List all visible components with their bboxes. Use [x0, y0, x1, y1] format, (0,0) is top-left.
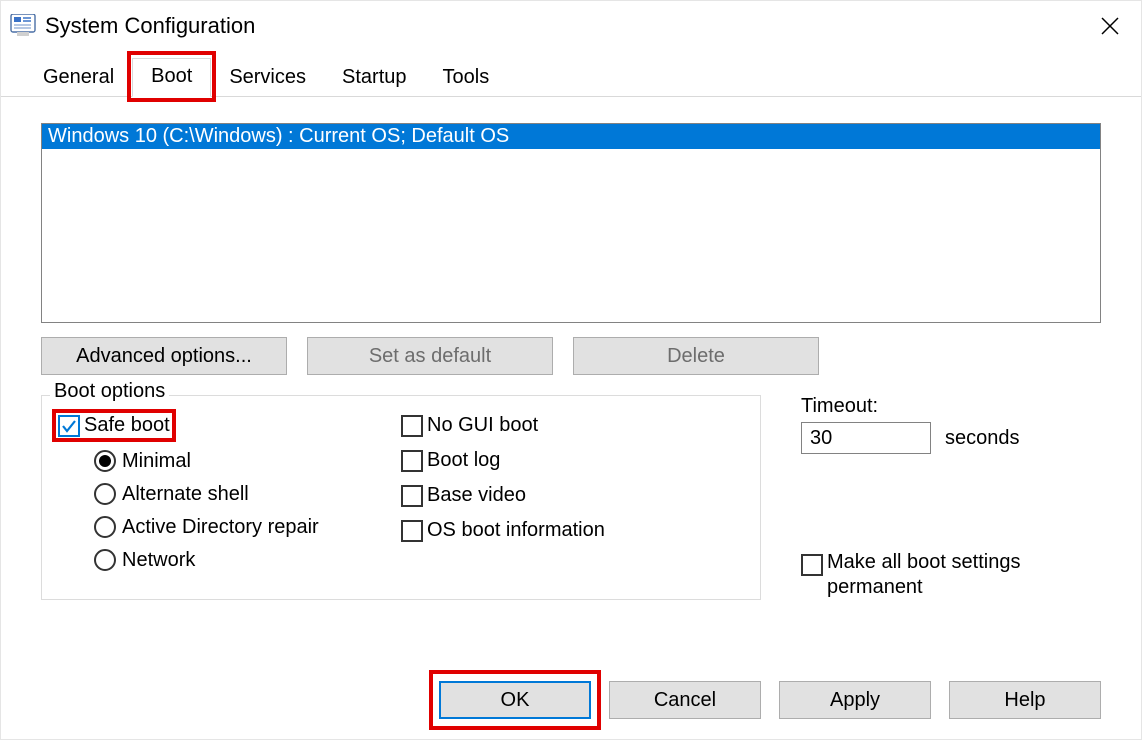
- timeout-input[interactable]: [801, 422, 931, 454]
- boot-log-checkbox[interactable]: Boot log: [401, 449, 744, 472]
- checkbox-icon: [801, 554, 823, 576]
- radio-alternate-shell[interactable]: Alternate shell: [94, 483, 401, 506]
- boot-entry[interactable]: Windows 10 (C:\Windows) : Current OS; De…: [42, 124, 1100, 149]
- timeout-unit: seconds: [945, 427, 1020, 450]
- radio-icon: [94, 483, 116, 505]
- base-video-label: Base video: [427, 484, 526, 507]
- titlebar: System Configuration: [1, 1, 1141, 57]
- checkbox-icon: [401, 450, 423, 472]
- make-permanent-label: Make all boot settings permanent: [827, 550, 1101, 600]
- safe-boot-checkbox[interactable]: Safe boot: [58, 414, 170, 437]
- radio-icon: [94, 549, 116, 571]
- checkbox-icon: [401, 520, 423, 542]
- lower-section: Boot options Safe boot: [41, 395, 1101, 600]
- set-as-default-button: Set as default: [307, 337, 553, 375]
- tab-general[interactable]: General: [25, 60, 132, 97]
- advanced-options-button[interactable]: Advanced options...: [41, 337, 287, 375]
- boot-options-left: Safe boot Minimal: [58, 406, 401, 572]
- boot-options-label: Boot options: [50, 380, 169, 403]
- checkbox-icon: [401, 415, 423, 437]
- close-icon: [1101, 17, 1119, 35]
- window-title: System Configuration: [45, 13, 255, 39]
- make-permanent-checkbox[interactable]: Make all boot settings permanent: [801, 550, 1101, 600]
- boot-actions-row: Advanced options... Set as default Delet…: [41, 337, 1101, 375]
- tab-content: Windows 10 (C:\Windows) : Current OS; De…: [1, 97, 1141, 657]
- radio-minimal[interactable]: Minimal: [94, 450, 401, 473]
- radio-alternate-shell-label: Alternate shell: [122, 483, 249, 506]
- dialog-button-row: OK Cancel Apply Help: [1, 657, 1141, 739]
- boot-options-group: Boot options Safe boot: [41, 395, 761, 600]
- boot-entries-list[interactable]: Windows 10 (C:\Windows) : Current OS; De…: [41, 123, 1101, 323]
- radio-ad-repair[interactable]: Active Directory repair: [94, 516, 401, 539]
- apply-button[interactable]: Apply: [779, 681, 931, 719]
- cancel-button[interactable]: Cancel: [609, 681, 761, 719]
- os-boot-info-checkbox[interactable]: OS boot information: [401, 519, 744, 542]
- safe-boot-label: Safe boot: [84, 414, 170, 437]
- no-gui-boot-checkbox[interactable]: No GUI boot: [401, 414, 744, 437]
- radio-icon: [94, 516, 116, 538]
- boot-log-label: Boot log: [427, 449, 500, 472]
- system-configuration-window: System Configuration General Boot Servic…: [0, 0, 1142, 740]
- close-button[interactable]: [1087, 7, 1133, 45]
- os-boot-info-label: OS boot information: [427, 519, 605, 542]
- help-button[interactable]: Help: [949, 681, 1101, 719]
- safe-boot-mode-radios: Minimal Alternate shell Active Directory…: [58, 450, 401, 572]
- radio-minimal-label: Minimal: [122, 450, 191, 473]
- tab-startup[interactable]: Startup: [324, 60, 424, 97]
- boot-options-right: No GUI boot Boot log Base video OS: [401, 406, 744, 572]
- tab-strip: General Boot Services Startup Tools: [1, 57, 1141, 97]
- checkbox-icon: [58, 415, 80, 437]
- tab-boot[interactable]: Boot: [132, 58, 211, 97]
- base-video-checkbox[interactable]: Base video: [401, 484, 744, 507]
- timeout-label: Timeout:: [801, 395, 1101, 418]
- tab-boot-label: Boot: [151, 65, 192, 87]
- no-gui-boot-label: No GUI boot: [427, 414, 538, 437]
- app-icon: [9, 14, 37, 38]
- tab-services[interactable]: Services: [211, 60, 324, 97]
- checkbox-icon: [401, 485, 423, 507]
- radio-network[interactable]: Network: [94, 549, 401, 572]
- radio-ad-repair-label: Active Directory repair: [122, 516, 319, 539]
- radio-network-label: Network: [122, 549, 195, 572]
- timeout-section: Timeout: seconds Make all boot settings …: [801, 395, 1101, 600]
- ok-button[interactable]: OK: [439, 681, 591, 719]
- delete-button: Delete: [573, 337, 819, 375]
- tab-tools[interactable]: Tools: [425, 60, 508, 97]
- radio-icon: [94, 450, 116, 472]
